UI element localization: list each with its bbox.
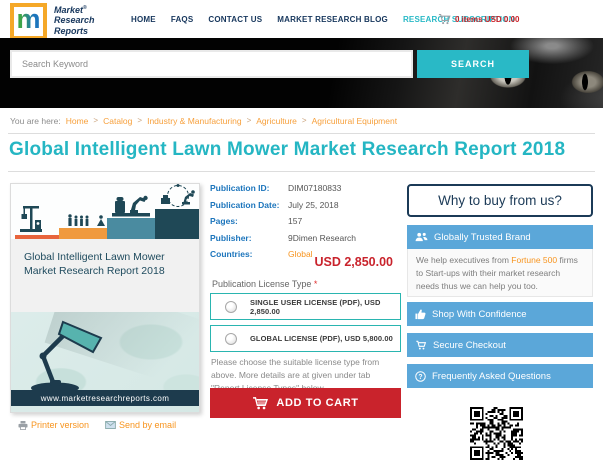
header-cart[interactable]: 0 items USD 0.00: [438, 0, 519, 38]
report-cover-image[interactable]: Global Intelligent Lawn Mower Market Res…: [10, 183, 200, 413]
pages-value: 157: [288, 216, 303, 226]
robot-arm-machine-icon: [112, 195, 150, 217]
sidebar-item-secure-checkout[interactable]: Secure Checkout: [407, 333, 593, 357]
cover-map-art: www.marketresearchreports.com: [11, 312, 199, 412]
nav-faqs[interactable]: FAQS: [171, 15, 194, 24]
share-links: Printer version Send by email: [18, 420, 176, 430]
publication-id-value: DIM07180833: [288, 183, 342, 193]
registered-mark: ®: [83, 5, 87, 11]
sidebar-item-faq[interactable]: ? Frequently Asked Questions: [407, 364, 593, 388]
radio-global[interactable]: [225, 332, 237, 345]
license-option-global[interactable]: GLOBAL LICENSE (PDF), USD 5,800.00: [210, 325, 401, 352]
automation-globe-icon: [161, 184, 195, 207]
crumb-catalog[interactable]: Catalog: [103, 116, 132, 126]
cart-icon: [438, 14, 451, 25]
breadcrumb-separator: >: [137, 116, 143, 125]
nav-contact-us[interactable]: CONTACT US: [208, 15, 262, 24]
page: m Market® Research Reports HOME FAQS CON…: [0, 0, 603, 466]
crumb-agricultural-equipment[interactable]: Agricultural Equipment: [312, 116, 398, 126]
logo-letter: m: [16, 4, 41, 34]
sidebar-item-shop-with-confidence[interactable]: Shop With Confidence: [407, 302, 593, 326]
search-input[interactable]: [10, 50, 413, 78]
thumbs-up-icon: [415, 309, 426, 319]
divider: [8, 133, 595, 134]
price: USD 2,850.00: [314, 255, 393, 269]
people-row-icon: [68, 214, 105, 226]
cart-icon: [416, 340, 427, 350]
detail-row-publication-id: Publication ID: DIM07180833: [210, 183, 342, 193]
license-type-label: Publication License Type *: [212, 279, 318, 289]
sidebar-item-globally-trusted-brand[interactable]: Globally Trusted Brand: [407, 225, 593, 249]
cart-icon: [253, 397, 269, 410]
cart-summary: 0 items USD 0.00: [455, 14, 520, 24]
product-details: Publication ID: DIM07180833 Publication D…: [210, 183, 401, 418]
question-icon: ?: [415, 370, 426, 382]
printer-icon: [18, 420, 28, 430]
send-by-email-link[interactable]: Send by email: [105, 420, 176, 430]
breadcrumb-separator: >: [93, 116, 99, 125]
logo-mark: m: [10, 3, 47, 40]
desk-lamp-icon: [31, 320, 103, 394]
brand-name: Market® Research Reports: [54, 5, 95, 36]
license-option-single-user[interactable]: SINGLE USER LICENSE (PDF), USD 2,850.00: [210, 293, 401, 320]
radio-single-user[interactable]: [225, 300, 237, 313]
cover-step-navy: [155, 209, 199, 239]
countries-global-link[interactable]: Global: [288, 249, 313, 259]
breadcrumb-separator: >: [301, 116, 307, 125]
hero-banner: SEARCH: [0, 38, 603, 108]
fortune-500-highlight: Fortune 500: [511, 255, 558, 265]
crane-icon: [20, 206, 42, 232]
why-buy-box: Why to buy from us?: [407, 184, 593, 217]
cover-step-strip: [15, 235, 59, 239]
email-icon: [105, 421, 116, 429]
crumb-home[interactable]: Home: [66, 116, 89, 126]
crumb-agriculture[interactable]: Agriculture: [256, 116, 297, 126]
site-logo[interactable]: m Market® Research Reports: [10, 3, 95, 40]
crumb-industry-manufacturing[interactable]: Industry & Manufacturing: [147, 116, 242, 126]
cover-title: Global Intelligent Lawn Mower Market Res…: [11, 239, 199, 312]
breadcrumb-separator: >: [246, 116, 252, 125]
search-button[interactable]: SEARCH: [417, 50, 529, 78]
cover-step-blue: [107, 218, 155, 239]
users-icon: [415, 232, 428, 242]
divider: [8, 171, 595, 172]
printer-version-link[interactable]: Printer version: [18, 420, 89, 430]
add-to-cart-button[interactable]: ADD TO CART: [210, 388, 401, 418]
page-title: Global Intelligent Lawn Mower Market Res…: [9, 139, 566, 160]
detail-row-publisher: Publisher: 9Dimen Research: [210, 232, 357, 243]
publication-date-value: July 25, 2018: [288, 199, 339, 210]
cover-website-url: www.marketresearchreports.com: [11, 390, 199, 406]
nav-blog[interactable]: MARKET RESEARCH BLOG: [277, 15, 388, 24]
breadcrumb: You are here: Home > Catalog > Industry …: [10, 108, 603, 133]
trusted-brand-description: We help executives from Fortune 500 firm…: [407, 249, 593, 297]
cover-art-industry: [11, 184, 199, 239]
required-asterisk: *: [313, 279, 318, 289]
qr-code: [468, 405, 525, 462]
detail-row-publication-date: Publication Date: July 25, 2018: [210, 199, 339, 210]
nav-home[interactable]: HOME: [131, 15, 156, 24]
detail-row-pages: Pages: 157: [210, 216, 303, 226]
publisher-value: 9Dimen Research: [288, 232, 357, 243]
breadcrumb-prefix: You are here:: [10, 115, 61, 126]
svg-text:?: ?: [418, 373, 422, 380]
top-bar: m Market® Research Reports HOME FAQS CON…: [0, 0, 603, 40]
